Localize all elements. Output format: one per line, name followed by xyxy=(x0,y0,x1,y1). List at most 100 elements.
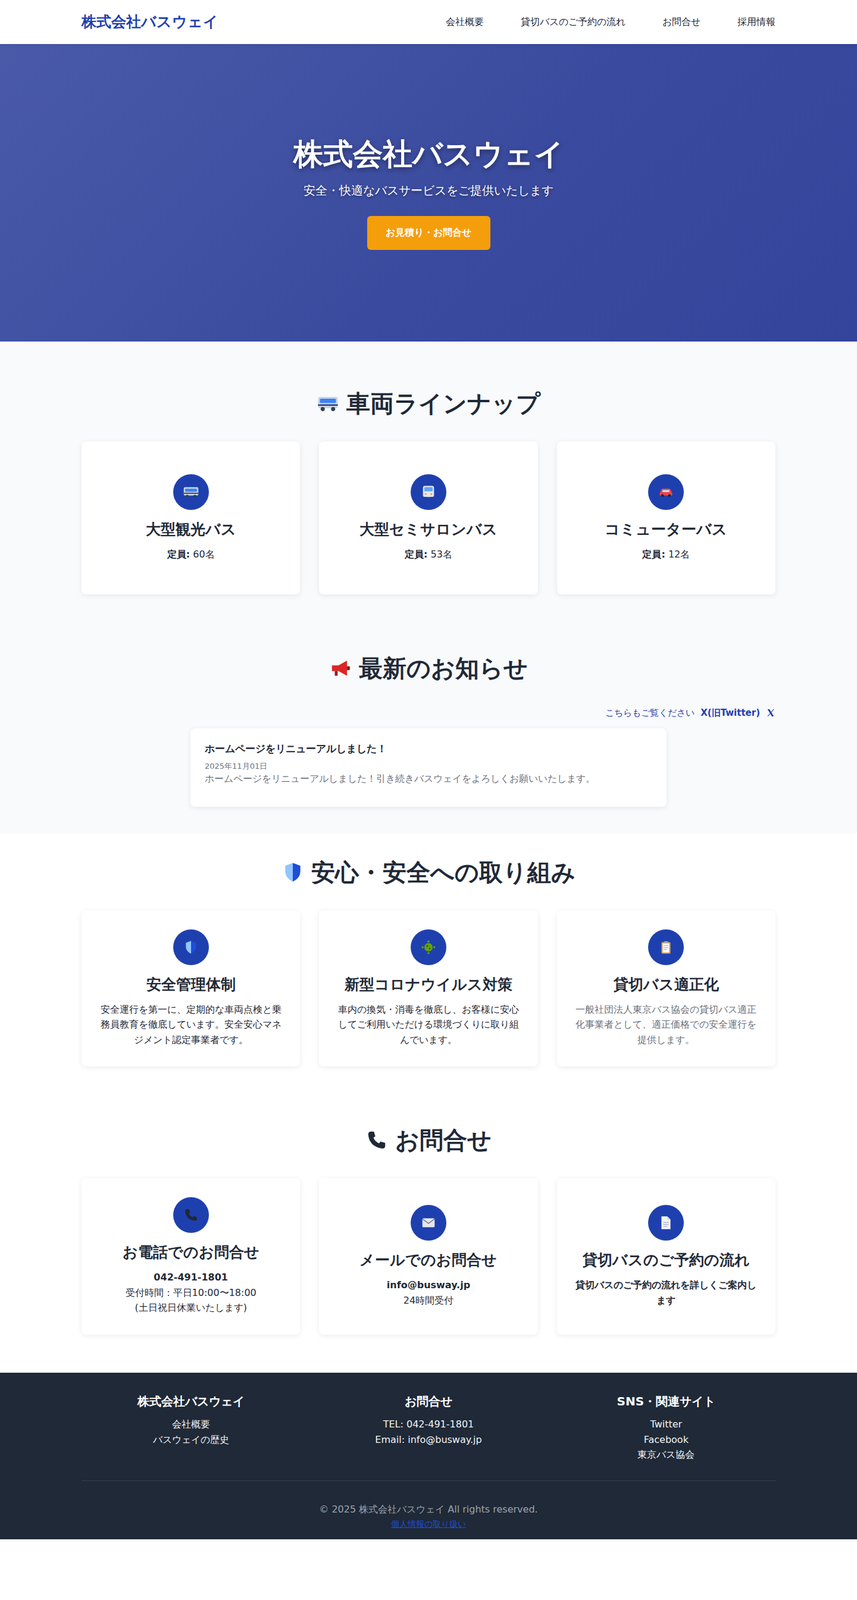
clipboard-icon xyxy=(658,939,674,956)
footer-column: 株式会社バスウェイ会社概要バスウェイの歴史 xyxy=(81,1394,300,1463)
follow-row: こちらもご覧ください X(旧Twitter) xyxy=(81,706,776,721)
safety-section: 安心・安全への取り組み安全管理体制安全運行を第一に、定期的な車両点検と乗務員教育… xyxy=(0,834,857,1127)
footer-link[interactable]: 東京バス協会 xyxy=(557,1447,776,1463)
contact-icon-circle xyxy=(410,1205,447,1241)
vehicle-card: 大型セミサロンバス定員: 53名 xyxy=(318,441,538,595)
contact-title: 貸切バスのご予約の流れ xyxy=(574,1251,758,1270)
footer-title: SNS・関連サイト xyxy=(557,1394,776,1409)
nav-link[interactable]: 会社概要 xyxy=(445,14,484,30)
car-icon xyxy=(657,483,675,501)
twitter-link-text[interactable]: X(旧Twitter) xyxy=(700,706,760,721)
contact-line: info@busway.jp xyxy=(336,1277,520,1294)
section-title: 安心・安全への取り組み xyxy=(311,858,576,887)
nav-link[interactable]: 採用情報 xyxy=(737,14,776,30)
contact-title: お電話でのお問合せ xyxy=(99,1243,283,1262)
hero-banner: 株式会社バスウェイ安全・快適なバスサービスをご提供いたしますお見積り・お問合せ xyxy=(0,44,857,342)
footer-bottom: © 2025 株式会社バスウェイ All rights reserved.個人情… xyxy=(81,1480,776,1532)
safety-icon-circle xyxy=(410,929,447,966)
capacity-label: 定員: xyxy=(167,548,190,561)
shield-icon xyxy=(183,939,199,956)
footer-column: SNS・関連サイト TwitterFacebook東京バス協会 xyxy=(557,1394,776,1463)
minibus-icon xyxy=(420,483,437,501)
section-title: 最新のお知らせ xyxy=(358,654,528,683)
privacy-link[interactable]: 個人情報の取り扱い xyxy=(391,1519,466,1529)
nav-link[interactable]: 貸切バスのご予約の流れ xyxy=(520,14,626,30)
safety-title: 新型コロナウイルス対策 xyxy=(336,976,520,994)
vehicle-icon-circle xyxy=(173,474,209,511)
section-title: お問合せ xyxy=(395,1126,492,1155)
hero-title: 株式会社バスウェイ xyxy=(293,136,565,172)
footer-link[interactable]: バスウェイの歴史 xyxy=(81,1432,300,1448)
virus-icon xyxy=(420,939,437,956)
footer-title: 株式会社バスウェイ xyxy=(81,1394,300,1409)
contact-heading: お問合せ xyxy=(81,1126,776,1155)
phone-icon xyxy=(365,1128,389,1152)
x-logo-icon xyxy=(765,708,776,718)
post-title: ホームページをリニューアルしました！ xyxy=(204,742,653,755)
safety-heading: 安心・安全への取り組み xyxy=(81,858,776,887)
bus-icon xyxy=(182,483,200,501)
post-date: 2025年11月01日 xyxy=(204,760,653,773)
capacity-value: 53名 xyxy=(430,548,453,561)
safety-card: 貸切バス適正化一般社団法人東京バス協会の貸切バス適正化事業者として、適正価格での… xyxy=(557,910,776,1068)
safety-text: 一般社団法人東京バス協会の貸切バス適正化事業者として、適正価格での安全運行を提供… xyxy=(574,1002,758,1049)
contact-title: メールでのお問合せ xyxy=(336,1251,520,1270)
follow-text: こちらもご覧ください xyxy=(605,706,695,721)
safety-card: 安全管理体制安全運行を第一に、定期的な車両点検と乗務員教育を徹底しています。安全… xyxy=(81,910,300,1068)
footer-link[interactable]: Twitter xyxy=(557,1417,776,1433)
contact-line: 貸切バスのご予約の流れを詳しくご案内します xyxy=(574,1277,758,1309)
safety-icon-circle xyxy=(173,929,209,966)
footer-title: お問合せ xyxy=(318,1394,538,1409)
contact-card[interactable]: メールでのお問合せ info@busway.jp24時間受付 xyxy=(318,1178,538,1335)
phone-icon xyxy=(183,1207,199,1224)
vehicle-lineup: 車両ラインナップ大型観光バス定員: 60名大型セミサロンバス定員: 53名コミュ… xyxy=(81,389,776,595)
safety-text: 安全運行を第一に、定期的な車両点検と乗務員教育を徹底しています。安全安心マネジメ… xyxy=(99,1002,283,1049)
navbar: 株式会社バスウェイ 会社概要 貸切バスのご予約の流れ お問合せ 採用情報 xyxy=(0,0,857,45)
document-icon xyxy=(658,1215,674,1231)
contact-card[interactable]: 貸切バスのご予約の流れ貸切バスのご予約の流れを詳しくご案内します xyxy=(557,1178,776,1335)
footer-link[interactable]: Facebook xyxy=(557,1432,776,1448)
capacity-label: 定員: xyxy=(404,548,428,561)
footer-link[interactable]: Email: info@busway.jp xyxy=(318,1432,538,1448)
megaphone-icon xyxy=(329,657,352,680)
hero-subtitle: 安全・快適なバスサービスをご提供いたします xyxy=(303,181,554,200)
contact-icon-circle xyxy=(173,1197,209,1234)
quote-button[interactable]: お見積り・お問合せ xyxy=(367,216,491,250)
contact-line: (土日祝日休業いたします) xyxy=(99,1300,283,1316)
capacity-value: 60名 xyxy=(192,548,215,561)
vehicles-news-section: 車両ラインナップ大型観光バス定員: 60名大型セミサロンバス定員: 53名コミュ… xyxy=(0,341,857,835)
contact-lines: 貸切バスのご予約の流れを詳しくご案内します xyxy=(574,1277,758,1309)
news: 最新のお知らせこちらもご覧ください X(旧Twitter) ホームページをリニューア… xyxy=(81,654,776,808)
twitter-link[interactable]: X(旧Twitter) xyxy=(700,706,776,721)
vehicle-capacity: 定員: 12名 xyxy=(574,546,758,563)
nav-link[interactable]: お問合せ xyxy=(662,14,701,30)
contact-lines: info@busway.jp24時間受付 xyxy=(336,1277,520,1309)
vehicle-name: 大型観光バス xyxy=(99,520,283,539)
vehicles-heading: 車両ラインナップ xyxy=(81,389,776,418)
footer-column: お問合せ TEL: 042-491-1801Email: info@busway.… xyxy=(318,1394,538,1463)
footer-link[interactable]: 会社概要 xyxy=(81,1417,300,1433)
contact-section: お問合せお電話でのお問合せ 042-491-1801受付時間：平日10:00〜18… xyxy=(0,1126,857,1373)
contact-line: 受付時間：平日10:00〜18:00 xyxy=(99,1285,283,1301)
shield-icon xyxy=(281,861,305,884)
safety-text: 車内の換気・消毒を徹底し、お客様に安心してご利用いただける環境づくりに取り組んで… xyxy=(336,1002,520,1049)
contact-card[interactable]: お電話でのお問合せ 042-491-1801受付時間：平日10:00〜18:00(… xyxy=(81,1178,300,1335)
contact-line: 042-491-1801 xyxy=(99,1270,283,1286)
brand-link[interactable]: 株式会社バスウェイ xyxy=(81,10,219,34)
safety-icon-circle xyxy=(648,929,684,966)
capacity-value: 12名 xyxy=(668,548,690,561)
capacity-label: 定員: xyxy=(642,548,665,561)
safety-title: 貸切バス適正化 xyxy=(574,976,758,994)
safety-card: 新型コロナウイルス対策車内の換気・消毒を徹底し、お客様に安心してご利用いただける… xyxy=(318,910,538,1068)
footer: 株式会社バスウェイ会社概要バスウェイの歴史 お問合せ TEL: 042-491-18… xyxy=(0,1372,857,1540)
vehicle-capacity: 定員: 60名 xyxy=(99,546,283,563)
contact-icon-circle xyxy=(648,1205,684,1241)
contact-line: 24時間受付 xyxy=(336,1293,520,1309)
footer-link[interactable]: TEL: 042-491-1801 xyxy=(318,1417,538,1433)
contact-lines: 042-491-1801受付時間：平日10:00〜18:00(土日祝日休業いたし… xyxy=(99,1270,283,1316)
vehicle-card: 大型観光バス定員: 60名 xyxy=(81,441,300,595)
section-title: 車両ラインナップ xyxy=(346,389,541,418)
vehicle-name: 大型セミサロンバス xyxy=(336,520,520,539)
news-heading: 最新のお知らせ xyxy=(81,654,776,683)
vehicle-icon-circle xyxy=(648,474,684,511)
